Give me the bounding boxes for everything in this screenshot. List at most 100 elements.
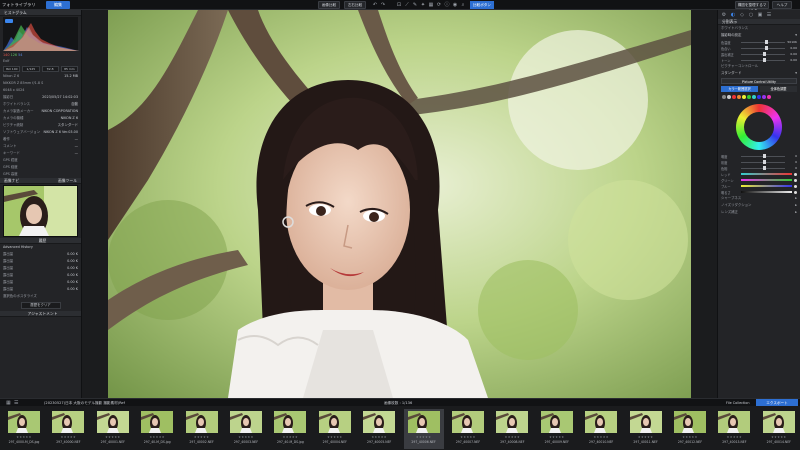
color-balance-knob[interactable]	[794, 178, 797, 182]
rating-stars[interactable]: ★★★★★	[537, 435, 577, 439]
wheel-track[interactable]	[741, 160, 785, 164]
picture-control-utility-button[interactable]: Picture Control Utility	[721, 78, 797, 84]
eye-icon[interactable]: ◉	[452, 2, 458, 8]
wb-track[interactable]	[741, 40, 785, 44]
color-balance-track[interactable]	[741, 173, 792, 175]
rating-stars[interactable]: ★★★★★	[670, 435, 710, 439]
rotate-icon[interactable]: ⟳	[436, 2, 442, 8]
chevron-down-icon[interactable]: ▾	[795, 70, 797, 77]
rating-stars[interactable]: ★★★★★	[226, 435, 266, 439]
wheel-value[interactable]: 0	[787, 154, 797, 158]
exif-aperture[interactable]: f/2.8	[41, 66, 59, 72]
exposure-knob[interactable]	[763, 52, 766, 56]
rating-stars[interactable]: ★★★★★	[448, 435, 488, 439]
color-swatch[interactable]	[732, 95, 736, 99]
wheel-knob[interactable]	[763, 154, 766, 158]
rating-stars[interactable]: ★★★★★	[137, 435, 177, 439]
rating-stars[interactable]: ★★★★★	[315, 435, 355, 439]
filmstrip-thumbnail[interactable]: ★★★★★ 297_40001.NEF	[93, 409, 133, 449]
wb-knob[interactable]	[765, 46, 769, 50]
adjustment-row[interactable]: ノイズリダクション ▸	[718, 202, 800, 209]
color-swatch[interactable]	[722, 95, 726, 99]
wb-track[interactable]	[741, 46, 785, 50]
color-swatch[interactable]	[767, 95, 771, 99]
image-viewer[interactable]	[108, 10, 691, 398]
histogram-header[interactable]: ヒストグラム	[0, 10, 81, 16]
filmstrip-thumbnail[interactable]: ★★★★★ 297_4000-M_DS.jpg	[4, 409, 44, 449]
navigator-tools[interactable]: 画像ツール	[58, 178, 77, 183]
filmstrip-thumbnail[interactable]: ★★★★★ 297_40002.NEF	[182, 409, 222, 449]
filmstrip-thumbnail[interactable]: ★★★★★ 297_40006.NEF	[403, 409, 444, 449]
zoom-icon[interactable]: ⌕	[460, 2, 466, 8]
adjustment-row[interactable]: シャープネス ▸	[718, 195, 800, 202]
color-balance-track[interactable]	[741, 191, 792, 193]
filmstrip-thumbnail[interactable]: ★★★★★ 297_40-M_DS.jpg	[270, 409, 310, 449]
color-swatch[interactable]	[752, 95, 756, 99]
rating-stars[interactable]: ★★★★★	[182, 435, 222, 439]
clear-history-button[interactable]: 履歴をクリア	[20, 302, 61, 309]
exposure-value[interactable]: 0.00	[787, 52, 797, 56]
histogram-mode-icon[interactable]	[5, 19, 13, 23]
filmstrip-thumbnail[interactable]: ★★★★★ 297_40014.NEF	[759, 409, 799, 449]
color-swatch[interactable]	[762, 95, 766, 99]
filmstrip-thumbnail[interactable]: ★★★★★ 297_40000.NEF	[48, 409, 88, 449]
filmstrip-thumbnail[interactable]: ★★★★★ 297_40008.NEF	[492, 409, 532, 449]
wb-value[interactable]: 0.00	[787, 46, 797, 50]
navigator-thumbnail[interactable]	[3, 185, 78, 237]
retouch-icon[interactable]: ✦	[420, 2, 426, 8]
wb-value[interactable]: 5010K	[787, 40, 797, 44]
filmstrip-thumbnail[interactable]: ★★★★★ 297_40010.NEF	[581, 409, 621, 449]
exposure-track[interactable]	[741, 52, 785, 56]
side-by-side-button[interactable]: 左右比較	[344, 1, 366, 9]
picture-control-row[interactable]: スタンダード ▾	[718, 70, 800, 77]
rating-stars[interactable]: ★★★★★	[626, 435, 666, 439]
filmstrip-thumbnail[interactable]: ★★★★★ 297_40012.NEF	[670, 409, 710, 449]
rating-stars[interactable]: ★★★★★	[48, 435, 88, 439]
wheel-knob[interactable]	[763, 160, 766, 164]
rating-stars[interactable]: ★★★★★	[492, 435, 532, 439]
adjust-icon[interactable]: ⚙	[721, 12, 727, 18]
exif-focal[interactable]: 85 mm	[60, 66, 78, 72]
rating-stars[interactable]: ★★★★★	[93, 435, 133, 439]
color-wheel[interactable]	[736, 104, 782, 150]
exposure-track[interactable]	[741, 58, 785, 62]
filmstrip-thumbnail[interactable]: ★★★★★ 297_40011.NEF	[626, 409, 666, 449]
assistant-button[interactable]: 構図を整理するマイスタ	[735, 1, 769, 13]
wheel-track[interactable]	[741, 166, 785, 170]
color-balance-knob[interactable]	[794, 172, 797, 176]
adjustment-header[interactable]: アジャストメント	[0, 311, 81, 317]
color-swatch[interactable]	[747, 95, 751, 99]
tab-edit[interactable]: 編集	[46, 1, 70, 9]
tab-global-color[interactable]: 全体色調整	[760, 86, 797, 92]
color-balance-track[interactable]	[741, 185, 792, 187]
detail-icon[interactable]: ◇	[739, 12, 745, 18]
color-swatch[interactable]	[742, 95, 746, 99]
rating-stars[interactable]: ★★★★★	[759, 435, 799, 439]
info-icon[interactable]: ⓘ	[444, 2, 450, 8]
rating-stars[interactable]: ★★★★★	[581, 435, 621, 439]
crop-icon[interactable]: ⊡	[396, 2, 402, 8]
compare-images-button[interactable]: 画像比較	[318, 1, 340, 9]
chevron-down-icon[interactable]: ▾	[795, 32, 797, 39]
wheel-track[interactable]	[741, 154, 785, 158]
rating-stars[interactable]: ★★★★★	[270, 435, 310, 439]
filmstrip-thumbnail[interactable]: ★★★★★ 297_40004.NEF	[315, 409, 355, 449]
help-button[interactable]: ヘルプ	[772, 1, 792, 9]
chevron-right-icon[interactable]: ▸	[795, 195, 797, 202]
color-balance-track[interactable]	[741, 179, 792, 181]
exposure-knob[interactable]	[763, 58, 766, 62]
lens-icon[interactable]: ○	[748, 12, 754, 18]
redo-icon[interactable]: ↷	[380, 2, 386, 8]
color-balance-knob[interactable]	[794, 184, 797, 188]
color-swatch[interactable]	[737, 95, 741, 99]
wb-mode-row[interactable]: 撮影時の設定 ▾	[718, 32, 800, 39]
straighten-icon[interactable]: ⟋	[404, 2, 410, 8]
filmstrip-thumbnail[interactable]: ★★★★★ 297_40003.NEF	[226, 409, 266, 449]
adjustment-row[interactable]: レンズ補正 ▸	[718, 209, 800, 216]
undo-icon[interactable]: ↶	[372, 2, 378, 8]
filmstrip-thumbnail[interactable]: ★★★★★ 297_40-M_DS.jpg	[137, 409, 177, 449]
rating-stars[interactable]: ★★★★★	[359, 435, 399, 439]
wheel-knob[interactable]	[763, 166, 766, 170]
exif-shutter[interactable]: 1/125	[22, 66, 40, 72]
chevron-right-icon[interactable]: ▸	[795, 209, 797, 216]
